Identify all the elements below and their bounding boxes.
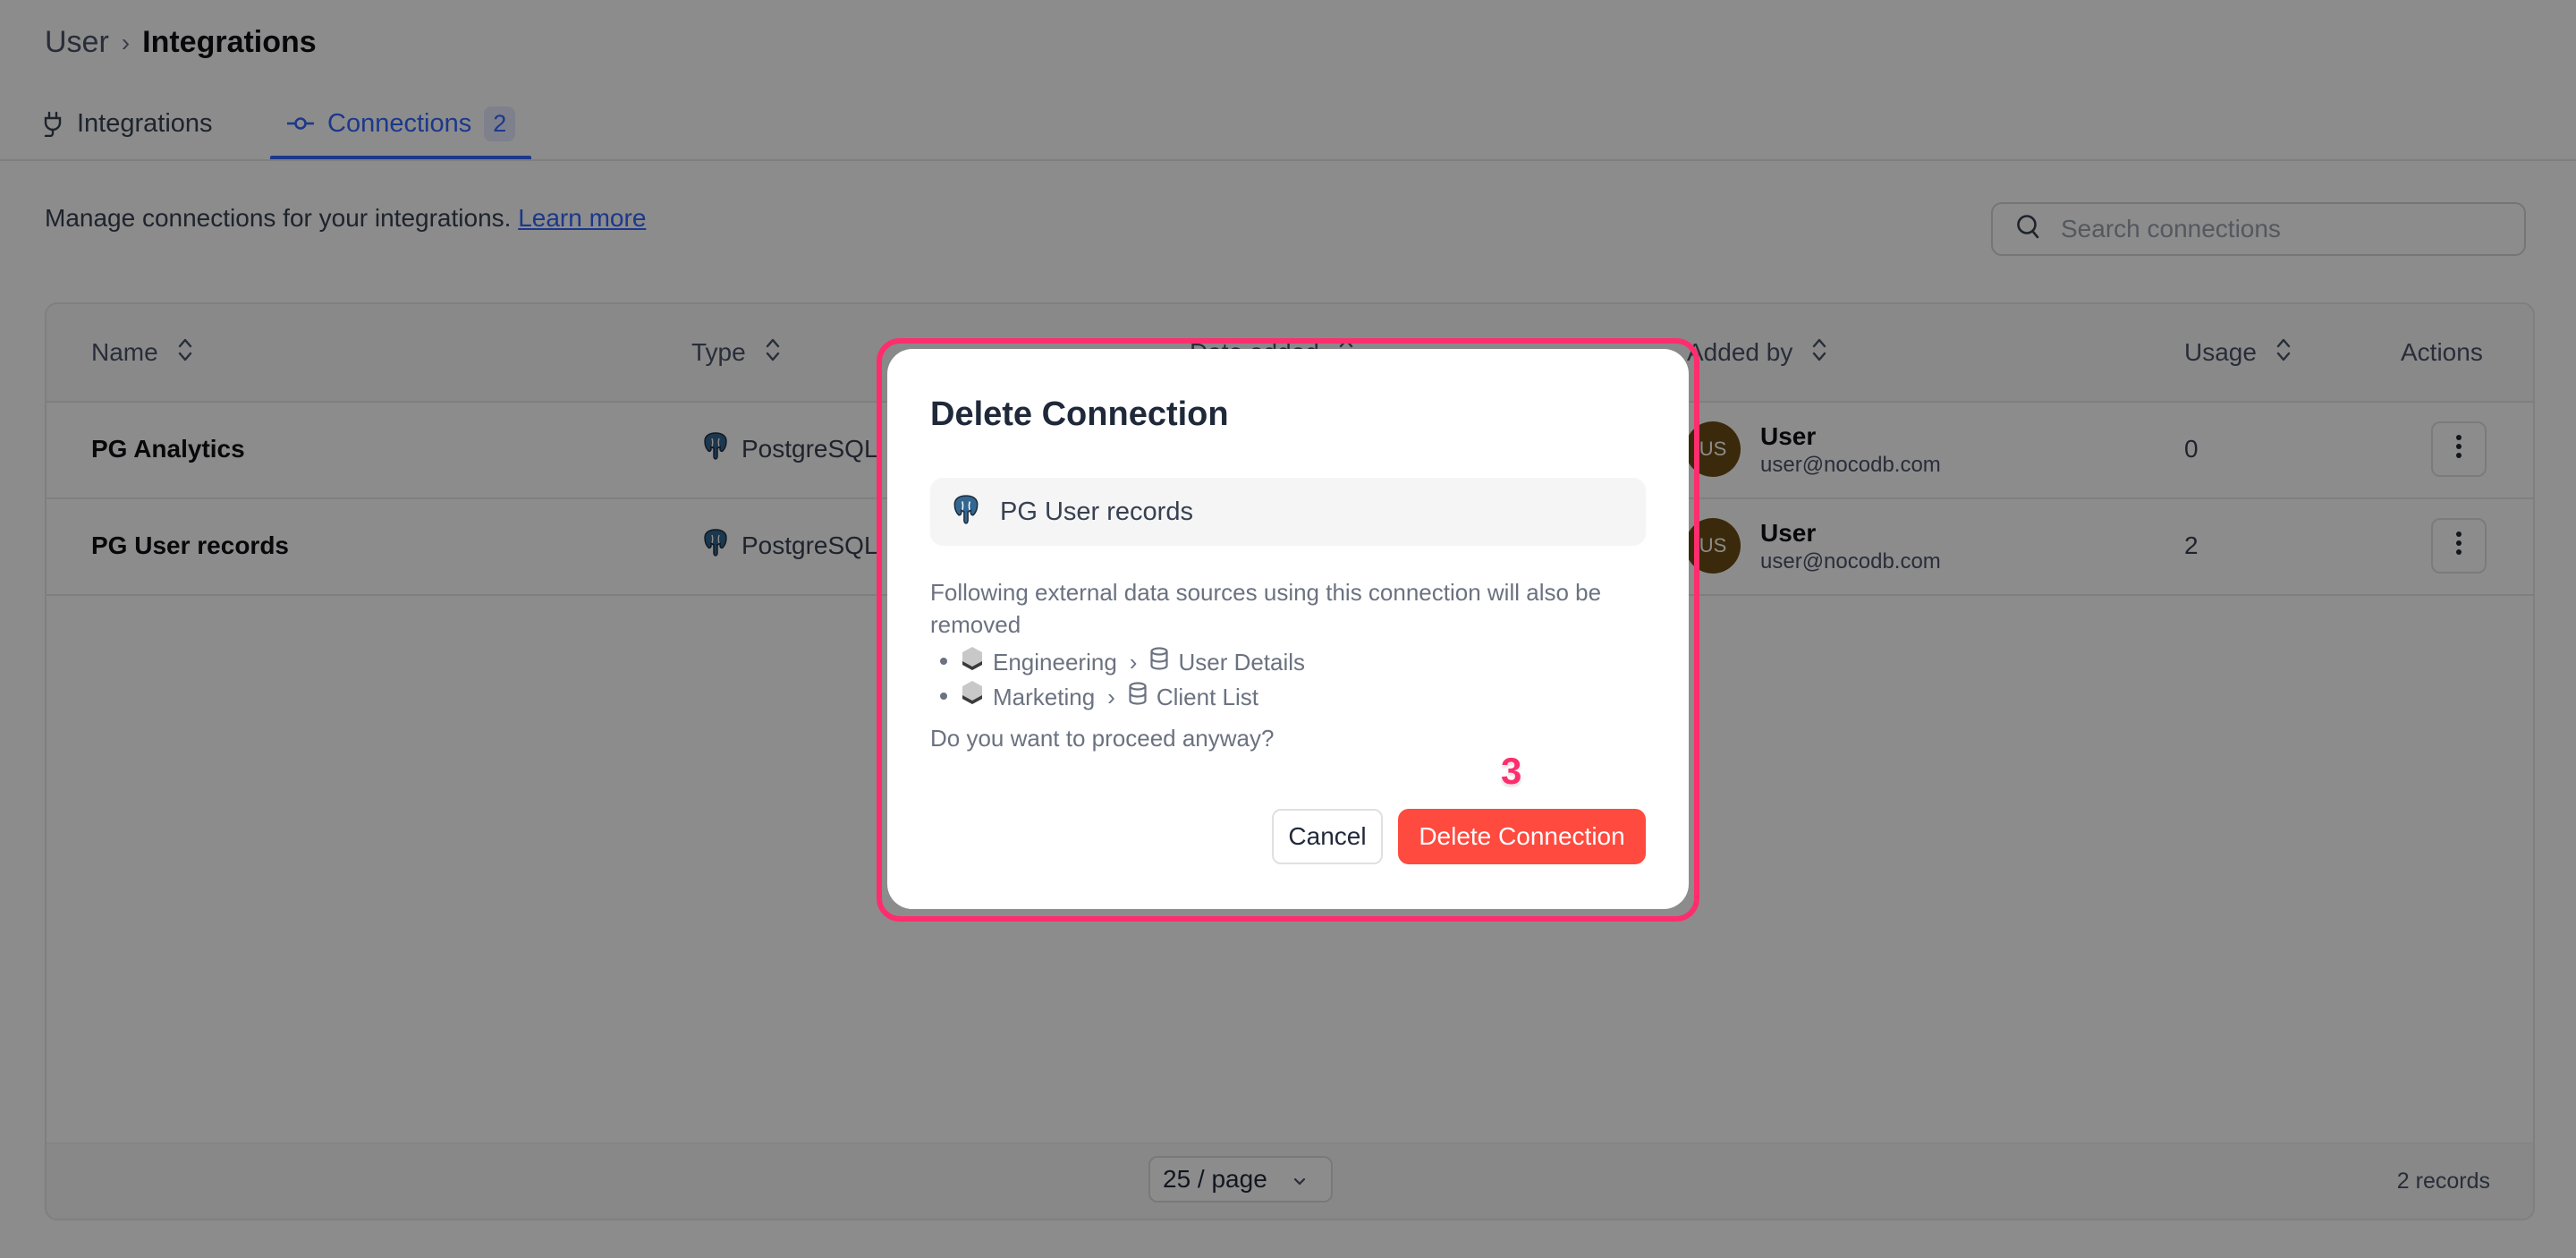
list-item: Marketing › Client List [961, 679, 1305, 714]
path-separator: › [1129, 649, 1138, 676]
source-name: Client List [1156, 683, 1258, 710]
step-number-label: 3 [1501, 750, 1522, 792]
base-icon [961, 646, 984, 679]
cancel-button[interactable]: Cancel [1272, 809, 1383, 864]
connection-summary: PG User records [930, 478, 1646, 546]
path-separator: › [1107, 683, 1115, 710]
dialog-title: Delete Connection [930, 395, 1229, 433]
dialog-question: Do you want to proceed anyway? [930, 725, 1275, 752]
delete-connection-dialog: Delete Connection PG User records Follow… [887, 349, 1689, 909]
base-icon [961, 680, 984, 713]
base-name: Marketing [993, 683, 1096, 710]
base-name: Engineering [993, 649, 1117, 676]
list-item: Engineering › User Details [961, 644, 1305, 679]
database-icon [1128, 681, 1148, 713]
postgresql-icon [952, 494, 980, 531]
database-icon [1149, 646, 1169, 678]
dialog-message: Following external data sources using th… [930, 579, 1602, 638]
delete-connection-button[interactable]: Delete Connection [1398, 809, 1646, 864]
connection-name: PG User records [1000, 497, 1193, 526]
affected-sources-list: Engineering › User Details Marketing › C… [930, 644, 1305, 713]
source-name: User Details [1178, 649, 1306, 676]
